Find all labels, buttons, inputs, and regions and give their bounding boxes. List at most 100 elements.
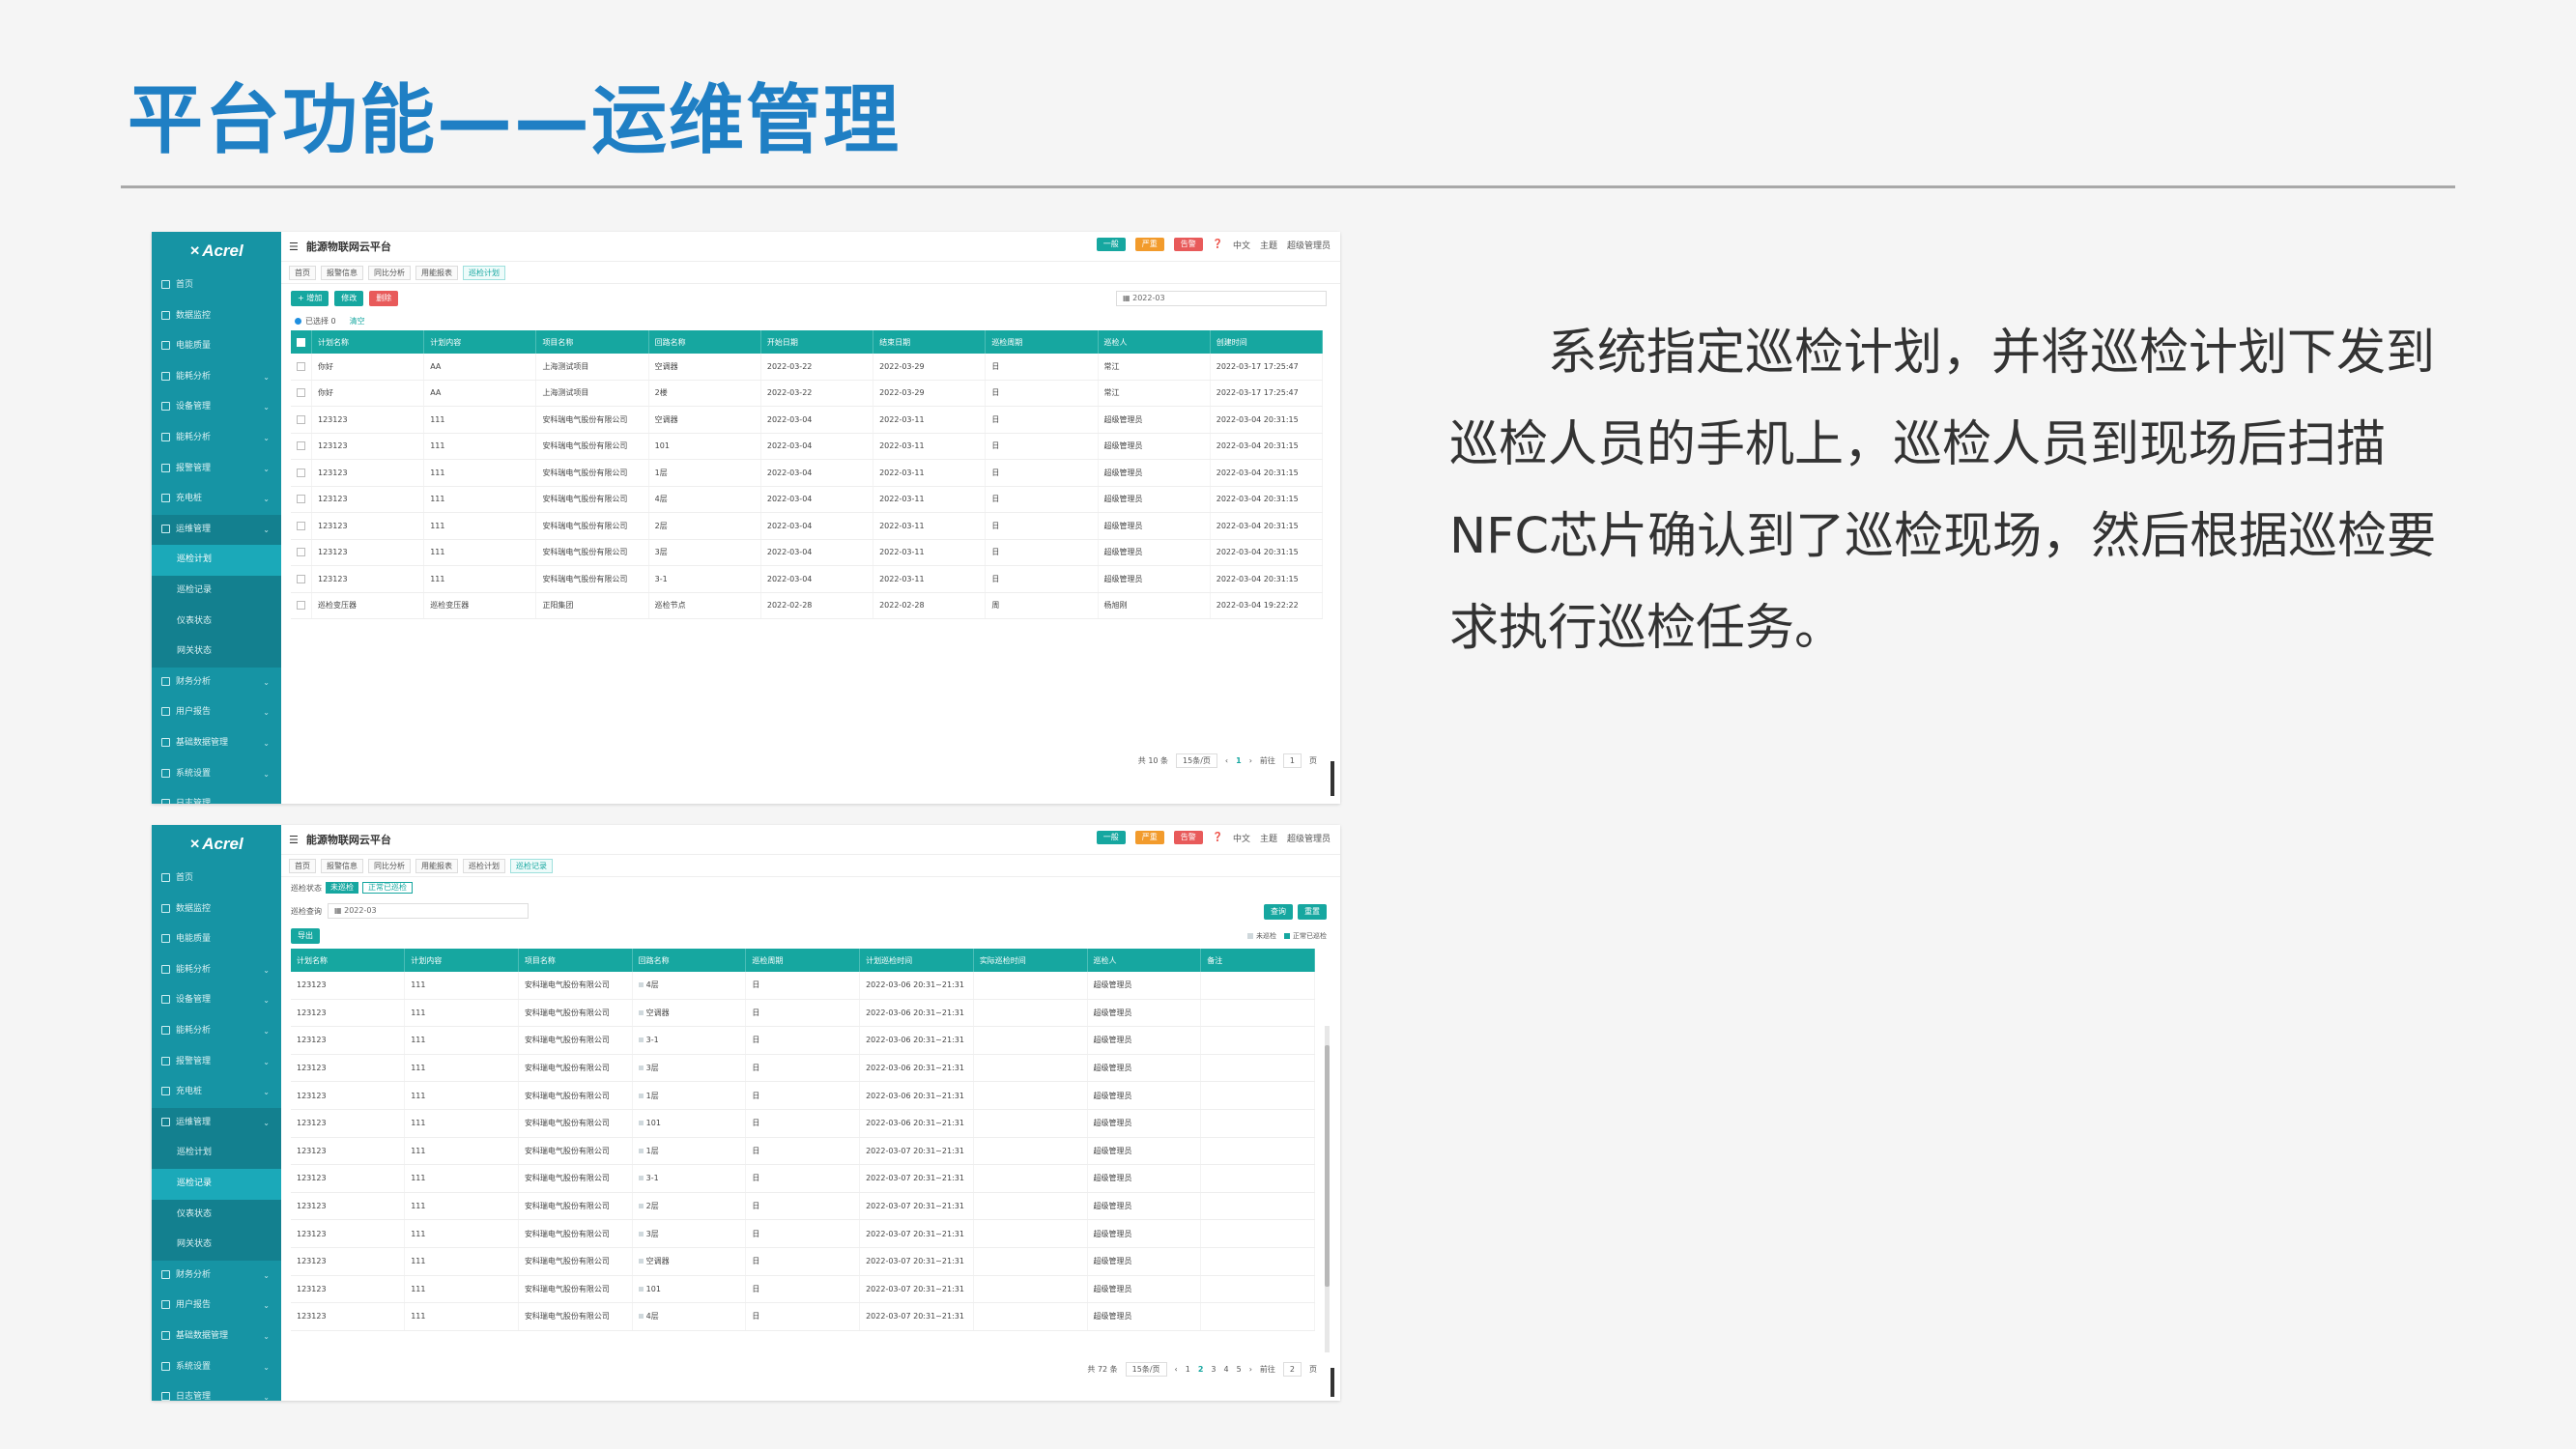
goto-input[interactable]: 2 xyxy=(1282,1362,1302,1377)
column-header[interactable]: 结束日期 xyxy=(873,330,987,354)
edit-button[interactable]: 修改 xyxy=(334,291,364,306)
column-header[interactable]: 创建时间 xyxy=(1210,330,1324,354)
row-checkbox[interactable] xyxy=(297,548,305,557)
reset-button[interactable]: 重置 xyxy=(1298,904,1327,920)
sidebar-item[interactable]: 数据监控 xyxy=(152,895,281,925)
column-header[interactable]: 项目名称 xyxy=(535,330,649,354)
table-row[interactable]: 123123 111 安科瑞电气股份有限公司 101 日 2022-03-06 20:31… xyxy=(291,1109,1315,1138)
table-row[interactable]: 123123 111 安科瑞电气股份有限公司 空调器 日 2022-03-07 20:31… xyxy=(291,1247,1315,1276)
row-checkbox[interactable] xyxy=(297,441,305,451)
tab[interactable]: 用能报表 xyxy=(415,858,458,873)
row-checkbox[interactable] xyxy=(297,468,305,477)
language-select[interactable]: 中文 xyxy=(1233,832,1250,844)
sidebar-item[interactable]: 财务分析 ⌄ xyxy=(152,668,281,698)
column-header[interactable]: 巡检周期 xyxy=(745,949,861,972)
sidebar-item[interactable]: 数据监控 xyxy=(152,301,281,332)
table-row[interactable]: 123123 111 安科瑞电气股份有限公司 空调器 日 2022-03-06 20:31… xyxy=(291,999,1315,1028)
page-number[interactable]: 4 xyxy=(1224,1365,1229,1374)
tab[interactable]: 同比分析 xyxy=(368,858,411,873)
alarm-pill-normal[interactable]: 一般 xyxy=(1096,238,1126,251)
sidebar-item[interactable]: 巡检记录 xyxy=(152,575,281,607)
sidebar-item[interactable]: 基础数据管理 ⌄ xyxy=(152,728,281,759)
alarm-pill-serious[interactable]: 严重 xyxy=(1134,831,1164,844)
table-row[interactable]: 123123 111 安科瑞电气股份有限公司 4层 日 2022-03-06 20:31~… xyxy=(291,972,1315,1000)
column-header[interactable]: 项目名称 xyxy=(518,949,633,972)
query-button[interactable]: 查询 xyxy=(1264,904,1293,920)
menu-toggle-icon[interactable]: ☰ xyxy=(289,241,299,253)
theme-select[interactable]: 主题 xyxy=(1260,832,1277,844)
sidebar-item[interactable]: 设备管理 ⌄ xyxy=(152,985,281,1016)
column-header[interactable]: 备注 xyxy=(1200,949,1315,972)
table-row[interactable]: 123123 111 安科瑞电气股份有限公司 2层 日 2022-03-07 20:31~… xyxy=(291,1192,1315,1221)
table-row[interactable]: 123123 111 安科瑞电气股份有限公司 101 2022-03-04 2022-03… xyxy=(291,433,1324,460)
table-row[interactable]: 巡检变压器 巡检变压器 正阳集团 巡检节点 2022-02-28 2022-02-28 周杨… xyxy=(291,592,1324,619)
sidebar-item[interactable]: 能耗分析 ⌄ xyxy=(152,423,281,454)
sidebar-item[interactable]: 首页 xyxy=(152,864,281,895)
sidebar-item[interactable]: 能耗分析 ⌄ xyxy=(152,955,281,986)
page-number[interactable]: 1 xyxy=(1236,756,1242,765)
sidebar-item[interactable]: 用户报告 ⌄ xyxy=(152,1291,281,1321)
column-header[interactable]: 开始日期 xyxy=(760,330,874,354)
tab[interactable]: 巡检记录 xyxy=(510,858,553,873)
alarm-pill-warning[interactable]: 告警 xyxy=(1173,238,1203,251)
language-select[interactable]: 中文 xyxy=(1233,239,1250,251)
row-checkbox[interactable] xyxy=(297,601,305,611)
sidebar-item[interactable]: 基础数据管理 ⌄ xyxy=(152,1321,281,1352)
sidebar-item[interactable]: 财务分析 ⌄ xyxy=(152,1261,281,1292)
column-header[interactable]: 回路名称 xyxy=(648,330,761,354)
select-all-checkbox[interactable] xyxy=(297,337,305,347)
user-menu[interactable]: 超级管理员 xyxy=(1287,239,1331,251)
column-header[interactable]: 实际巡检时间 xyxy=(973,949,1088,972)
table-row[interactable]: 123123 111 安科瑞电气股份有限公司 3层 日 2022-03-06 20:31~… xyxy=(291,1054,1315,1083)
table-scrollbar-thumb[interactable] xyxy=(1325,1045,1330,1287)
tab[interactable]: 首页 xyxy=(289,265,316,280)
goto-input[interactable]: 1 xyxy=(1282,753,1302,768)
prev-page-icon[interactable]: ‹ xyxy=(1225,756,1228,765)
alarm-pill-serious[interactable]: 严重 xyxy=(1134,238,1164,251)
sidebar-item[interactable]: 首页 xyxy=(152,270,281,301)
sidebar-item[interactable]: 仪表状态 xyxy=(152,1199,281,1231)
column-header[interactable]: 巡检人 xyxy=(1098,330,1211,354)
row-checkbox[interactable] xyxy=(297,495,305,504)
sidebar-item[interactable]: 网关状态 xyxy=(152,1230,281,1261)
month-picker[interactable]: ▦ 2022-03 xyxy=(1116,291,1327,306)
tab[interactable]: 巡检计划 xyxy=(463,858,505,873)
export-button[interactable]: 导出 xyxy=(291,928,320,944)
scrollbar-handle[interactable] xyxy=(1331,1368,1334,1397)
table-row[interactable]: 123123 111 安科瑞电气股份有限公司 1层 日 2022-03-07 20:31~… xyxy=(291,1137,1315,1166)
sidebar-item[interactable]: 充电桩 ⌄ xyxy=(152,1077,281,1108)
table-row[interactable]: 123123 111 安科瑞电气股份有限公司 3-1 2022-03-04 2022-03… xyxy=(291,565,1324,593)
table-scrollbar[interactable] xyxy=(1325,1026,1330,1352)
sidebar-item[interactable]: 系统设置 ⌄ xyxy=(152,759,281,790)
sidebar-item[interactable]: 运维管理 ⌄ xyxy=(152,514,281,546)
sidebar-item[interactable]: 能耗分析 ⌄ xyxy=(152,1016,281,1047)
sidebar-item[interactable]: 电能质量 xyxy=(152,331,281,362)
page-number[interactable]: 2 xyxy=(1198,1365,1204,1374)
column-header[interactable]: 计划内容 xyxy=(404,949,519,972)
next-page-icon[interactable]: › xyxy=(1249,756,1252,765)
table-row[interactable]: 123123 111 安科瑞电气股份有限公司 3层 2022-03-04 2022-03-… xyxy=(291,539,1324,566)
tab[interactable]: 首页 xyxy=(289,858,316,873)
column-header[interactable]: 计划名称 xyxy=(291,949,406,972)
next-page-icon[interactable]: › xyxy=(1249,1365,1252,1374)
alarm-pill-warning[interactable]: 告警 xyxy=(1173,831,1203,844)
sidebar-item[interactable]: 系统设置 ⌄ xyxy=(152,1352,281,1383)
sidebar-item[interactable]: 设备管理 ⌄ xyxy=(152,392,281,423)
user-menu[interactable]: 超级管理员 xyxy=(1287,832,1331,844)
table-row[interactable]: 123123 111 安科瑞电气股份有限公司 3-1 日 2022-03-06 20:31… xyxy=(291,1026,1315,1055)
row-checkbox[interactable] xyxy=(297,414,305,424)
sidebar-item[interactable]: 日志管理 ⌄ xyxy=(152,1382,281,1401)
tab[interactable]: 用能报表 xyxy=(415,265,458,280)
clear-link[interactable]: 清空 xyxy=(350,317,365,326)
column-header[interactable]: 巡检周期 xyxy=(985,330,1099,354)
sidebar-item[interactable]: 电能质量 xyxy=(152,924,281,955)
prev-page-icon[interactable]: ‹ xyxy=(1175,1365,1178,1374)
table-row[interactable]: 123123 111 安科瑞电气股份有限公司 4层 2022-03-04 2022-03-… xyxy=(291,486,1324,513)
delete-button[interactable]: 删除 xyxy=(369,291,399,306)
tab[interactable]: 报警信息 xyxy=(321,265,363,280)
menu-toggle-icon[interactable]: ☰ xyxy=(289,834,299,846)
table-row[interactable]: 123123 111 安科瑞电气股份有限公司 1层 日 2022-03-06 20:31~… xyxy=(291,1081,1315,1110)
table-row[interactable]: 123123 111 安科瑞电气股份有限公司 4层 日 2022-03-07 20:31~… xyxy=(291,1302,1315,1331)
status-chip-done[interactable]: 正常已巡检 xyxy=(362,882,413,894)
column-header[interactable]: 计划名称 xyxy=(311,330,425,354)
